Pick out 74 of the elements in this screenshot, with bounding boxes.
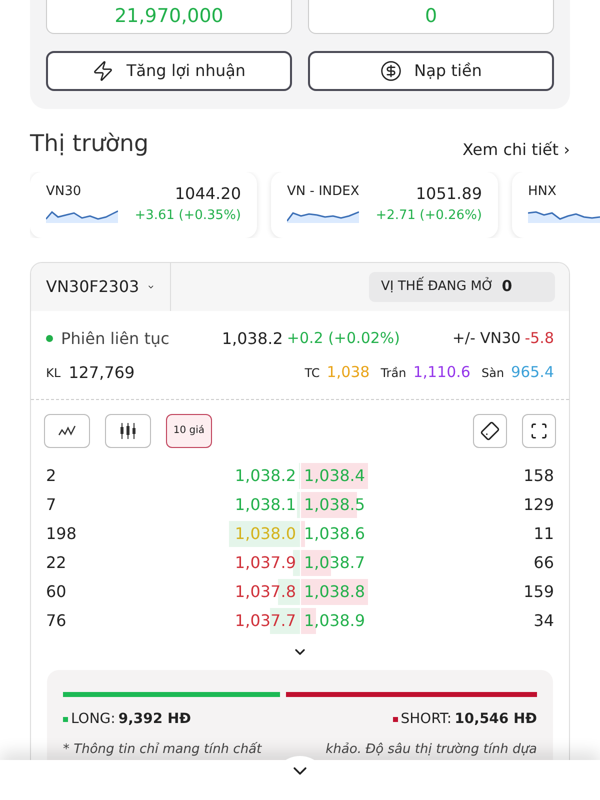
long-value: 9,392 HĐ bbox=[118, 710, 191, 728]
chart-mode-button[interactable] bbox=[105, 414, 151, 448]
bid-volume: 60 bbox=[46, 581, 68, 603]
bid-volume: 7 bbox=[46, 494, 58, 516]
index-name: HNX bbox=[528, 182, 558, 200]
reference-label: TC bbox=[304, 364, 320, 382]
index-name: VN - INDEX bbox=[287, 182, 360, 200]
fullscreen-button[interactable] bbox=[522, 414, 556, 448]
ask-price: 1,038.7 bbox=[304, 552, 366, 574]
basis-label: +/- VN30 bbox=[452, 328, 521, 350]
ask-volume: 159 bbox=[522, 581, 554, 603]
rotate-button[interactable] bbox=[473, 414, 507, 448]
index-name: VN30 bbox=[46, 182, 82, 200]
open-position-value: 0 bbox=[502, 276, 512, 298]
ceiling-label: Trần bbox=[380, 364, 406, 382]
reference-price: 1,038 bbox=[326, 362, 370, 384]
last-price: 1,038.2 bbox=[222, 328, 283, 350]
index-value: 1044.20 bbox=[174, 182, 241, 204]
ask-volume: 11 bbox=[532, 523, 554, 545]
ask-price: 1,038.8 bbox=[304, 581, 366, 603]
action-button[interactable]: Tăng lợi nhuận bbox=[46, 51, 292, 91]
fullscreen-icon bbox=[530, 422, 548, 440]
basis-value: -5.8 bbox=[524, 328, 554, 350]
price-change: +0.2 (+0.02%) bbox=[286, 328, 400, 350]
ask-volume: 158 bbox=[522, 465, 554, 487]
index-card[interactable]: VN30 1044.20 +3.61 (+0.35%) bbox=[30, 172, 257, 238]
floor-price: 965.4 bbox=[511, 362, 554, 384]
bid-price: 1,037.8 bbox=[234, 581, 296, 603]
index-card[interactable]: VN - INDEX 1051.89 +2.71 (+0.26%) bbox=[271, 172, 498, 238]
volume-label: KL bbox=[46, 364, 61, 382]
short-label: SHORT: bbox=[400, 710, 452, 728]
candlestick-icon bbox=[119, 422, 137, 438]
bid-price: 1,038.1 bbox=[234, 494, 296, 516]
chart-mode-button[interactable]: 10 giá bbox=[166, 414, 212, 448]
ask-volume: 129 bbox=[522, 494, 554, 516]
balance-value: 0 bbox=[424, 4, 438, 30]
open-position-label: VỊ THẾ ĐANG MỞ bbox=[381, 276, 494, 296]
short-value: 10,546 HĐ bbox=[454, 710, 537, 728]
bid-volume: 76 bbox=[46, 610, 68, 632]
contract-dropdown[interactable]: VN30F2303 bbox=[31, 262, 171, 310]
ask-price: 1,038.9 bbox=[304, 610, 366, 632]
index-value: 1051.89 bbox=[416, 182, 482, 204]
bid-volume: 22 bbox=[46, 552, 68, 574]
floor-label: Sàn bbox=[481, 364, 504, 382]
ask-volume: 34 bbox=[532, 610, 554, 632]
lightning-icon bbox=[92, 60, 114, 82]
disclaimer-text: khảo. Độ sâu thị trường tính dựa bbox=[326, 740, 537, 758]
bid-price: 1,038.0 bbox=[234, 523, 296, 545]
section-title: Thị trường bbox=[30, 130, 149, 159]
ask-price: 1,038.5 bbox=[304, 494, 366, 516]
long-label: LONG: bbox=[71, 710, 116, 728]
volume-value: 127,769 bbox=[68, 362, 135, 384]
bid-volume: 198 bbox=[46, 523, 78, 545]
index-card[interactable]: HNX bbox=[512, 172, 600, 238]
index-change: +2.71 (+0.26%) bbox=[376, 206, 482, 224]
balance-value: 21,970,000 bbox=[114, 4, 224, 30]
disclaimer-text: * Thông tin chỉ mang tính chất bbox=[63, 740, 262, 758]
short-legend-icon bbox=[392, 716, 398, 722]
chart-mode-button[interactable] bbox=[44, 414, 90, 448]
session-status: Phiên liên tục bbox=[61, 328, 170, 350]
bid-price: 1,038.2 bbox=[234, 465, 296, 487]
ask-price: 1,038.4 bbox=[304, 465, 366, 487]
bid-price: 1,037.7 bbox=[234, 610, 296, 632]
dollar-coin-icon bbox=[380, 60, 402, 82]
ask-price: 1,038.6 bbox=[304, 523, 366, 545]
bid-volume: 2 bbox=[46, 465, 58, 487]
long-legend-icon bbox=[63, 716, 68, 722]
action-button[interactable]: Nạp tiền bbox=[308, 51, 554, 91]
ask-volume: 66 bbox=[532, 552, 554, 574]
bid-price: 1,037.9 bbox=[234, 552, 296, 574]
ceiling-price: 1,110.6 bbox=[413, 362, 470, 384]
index-change: +3.61 (+0.35%) bbox=[134, 206, 241, 224]
line-chart-icon bbox=[58, 424, 76, 436]
view-details-link[interactable]: Xem chi tiết › bbox=[462, 138, 570, 162]
